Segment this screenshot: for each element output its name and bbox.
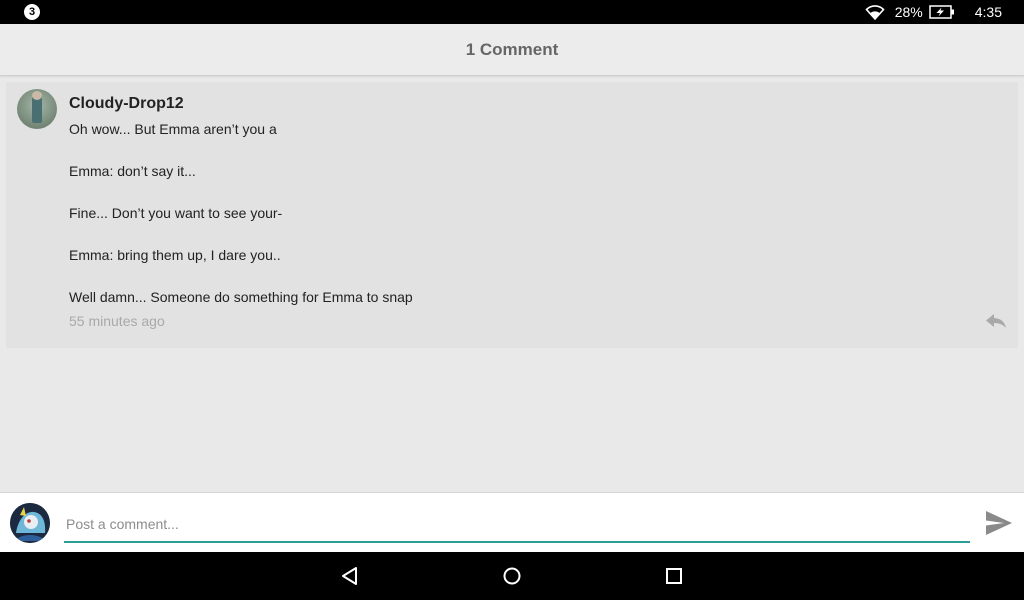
recents-icon [666,568,682,584]
user-avatar[interactable] [10,503,50,543]
home-icon [503,567,521,585]
comment-input[interactable] [64,507,970,543]
comments-header: 1 Comment [0,24,1024,76]
back-button[interactable] [338,564,362,588]
page-title: 1 Comment [465,39,559,59]
system-nav-bar [0,552,1024,600]
battery-charging-icon [929,5,954,19]
user-avatar-art [10,503,50,543]
status-indicators: 28% 4:35 [865,0,1002,24]
comment-author[interactable]: Cloudy-Drop12 [69,95,184,113]
send-icon [986,511,1012,535]
status-bar: 3 28% 4:35 [0,0,1024,24]
wifi-icon [865,5,885,20]
comment-line: Emma: bring them up, I dare you.. [69,247,281,263]
clock: 4:35 [974,4,1002,20]
comment-card: Cloudy-Drop12 Oh wow... But Emma aren’t … [6,82,1018,348]
battery-percent: 28% [894,4,923,20]
comment-body: Oh wow... But Emma aren’t you a Emma: do… [69,121,969,331]
comment-timestamp: 55 minutes ago [69,313,165,329]
avatar[interactable] [17,89,57,129]
home-button[interactable] [500,564,524,588]
notification-count-badge: 3 [24,4,40,20]
comment-line: Oh wow... But Emma aren’t you a [69,121,277,137]
reply-button[interactable] [984,312,1008,330]
comment-line: Emma: don’t say it... [69,163,196,179]
comment-line: Well damn... Someone do something for Em… [69,289,413,305]
reply-icon [986,314,1006,328]
recents-button[interactable] [662,564,686,588]
comment-line: Fine... Don’t you want to see your- [69,205,283,221]
avatar-figure-head [32,91,42,100]
back-icon [342,567,357,585]
send-button[interactable] [984,509,1014,537]
comment-composer [0,492,1024,552]
